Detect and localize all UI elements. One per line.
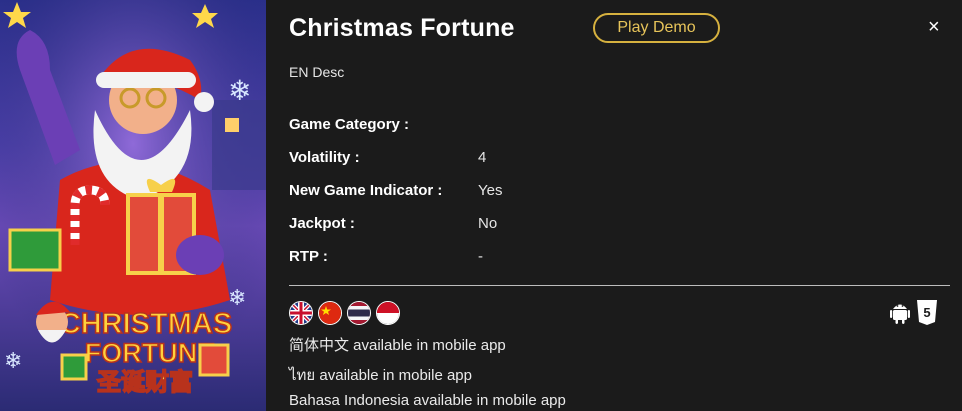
game-title: Christmas Fortune — [289, 14, 515, 42]
platform-icons: 5 — [890, 300, 938, 331]
availability-thai: ไทย available in mobile app — [289, 367, 472, 384]
info-value: Yes — [478, 182, 503, 199]
info-row-rtp: RTP : - — [289, 240, 502, 273]
logo-cn: 圣诞财富 — [97, 368, 193, 396]
indonesia-flag-icon — [376, 301, 400, 325]
divider — [289, 285, 950, 286]
logo-line2: FORTUNE — [85, 338, 216, 368]
info-row-jackpot: Jackpot : No — [289, 207, 502, 240]
santa-artwork: ❄ ❄ ❄ CHRISTMAS FORTUNE 圣诞财富 — [0, 0, 266, 411]
info-value: - — [478, 248, 483, 265]
svg-text:5: 5 — [923, 305, 930, 320]
info-value: No — [478, 215, 498, 232]
info-label: New Game Indicator : — [289, 182, 443, 199]
play-demo-button[interactable]: Play Demo — [593, 13, 720, 43]
info-row-category: Game Category : — [289, 108, 502, 141]
game-details-panel: Christmas Fortune Play Demo × EN Desc Ga… — [266, 0, 962, 411]
info-label: Game Category : — [289, 116, 410, 133]
game-description: EN Desc — [289, 64, 345, 80]
info-value: 4 — [478, 149, 487, 166]
thailand-flag-icon — [347, 301, 371, 325]
info-row-volatility: Volatility : 4 — [289, 141, 502, 174]
svg-text:❄: ❄ — [4, 349, 22, 374]
availability-chinese: 简体中文 available in mobile app — [289, 337, 506, 354]
availability-indonesian: Bahasa Indonesia available in mobile app — [289, 392, 566, 409]
logo-line1: CHRISTMAS — [60, 308, 232, 340]
info-label: Jackpot : — [289, 215, 355, 232]
china-flag-icon — [318, 301, 342, 325]
html5-icon: 5 — [916, 300, 938, 331]
info-label: RTP : — [289, 248, 328, 265]
info-label: Volatility : — [289, 149, 360, 166]
game-info-list: Game Category : Volatility : 4 New Game … — [289, 108, 502, 273]
info-row-new-game: New Game Indicator : Yes — [289, 174, 502, 207]
english-flag-icon — [289, 301, 313, 325]
language-flags — [289, 301, 400, 325]
android-icon — [890, 300, 910, 331]
close-icon[interactable]: × — [928, 16, 940, 39]
game-thumbnail: ❄ ❄ ❄ CHRISTMAS FORTUNE 圣诞财富 — [0, 0, 266, 411]
